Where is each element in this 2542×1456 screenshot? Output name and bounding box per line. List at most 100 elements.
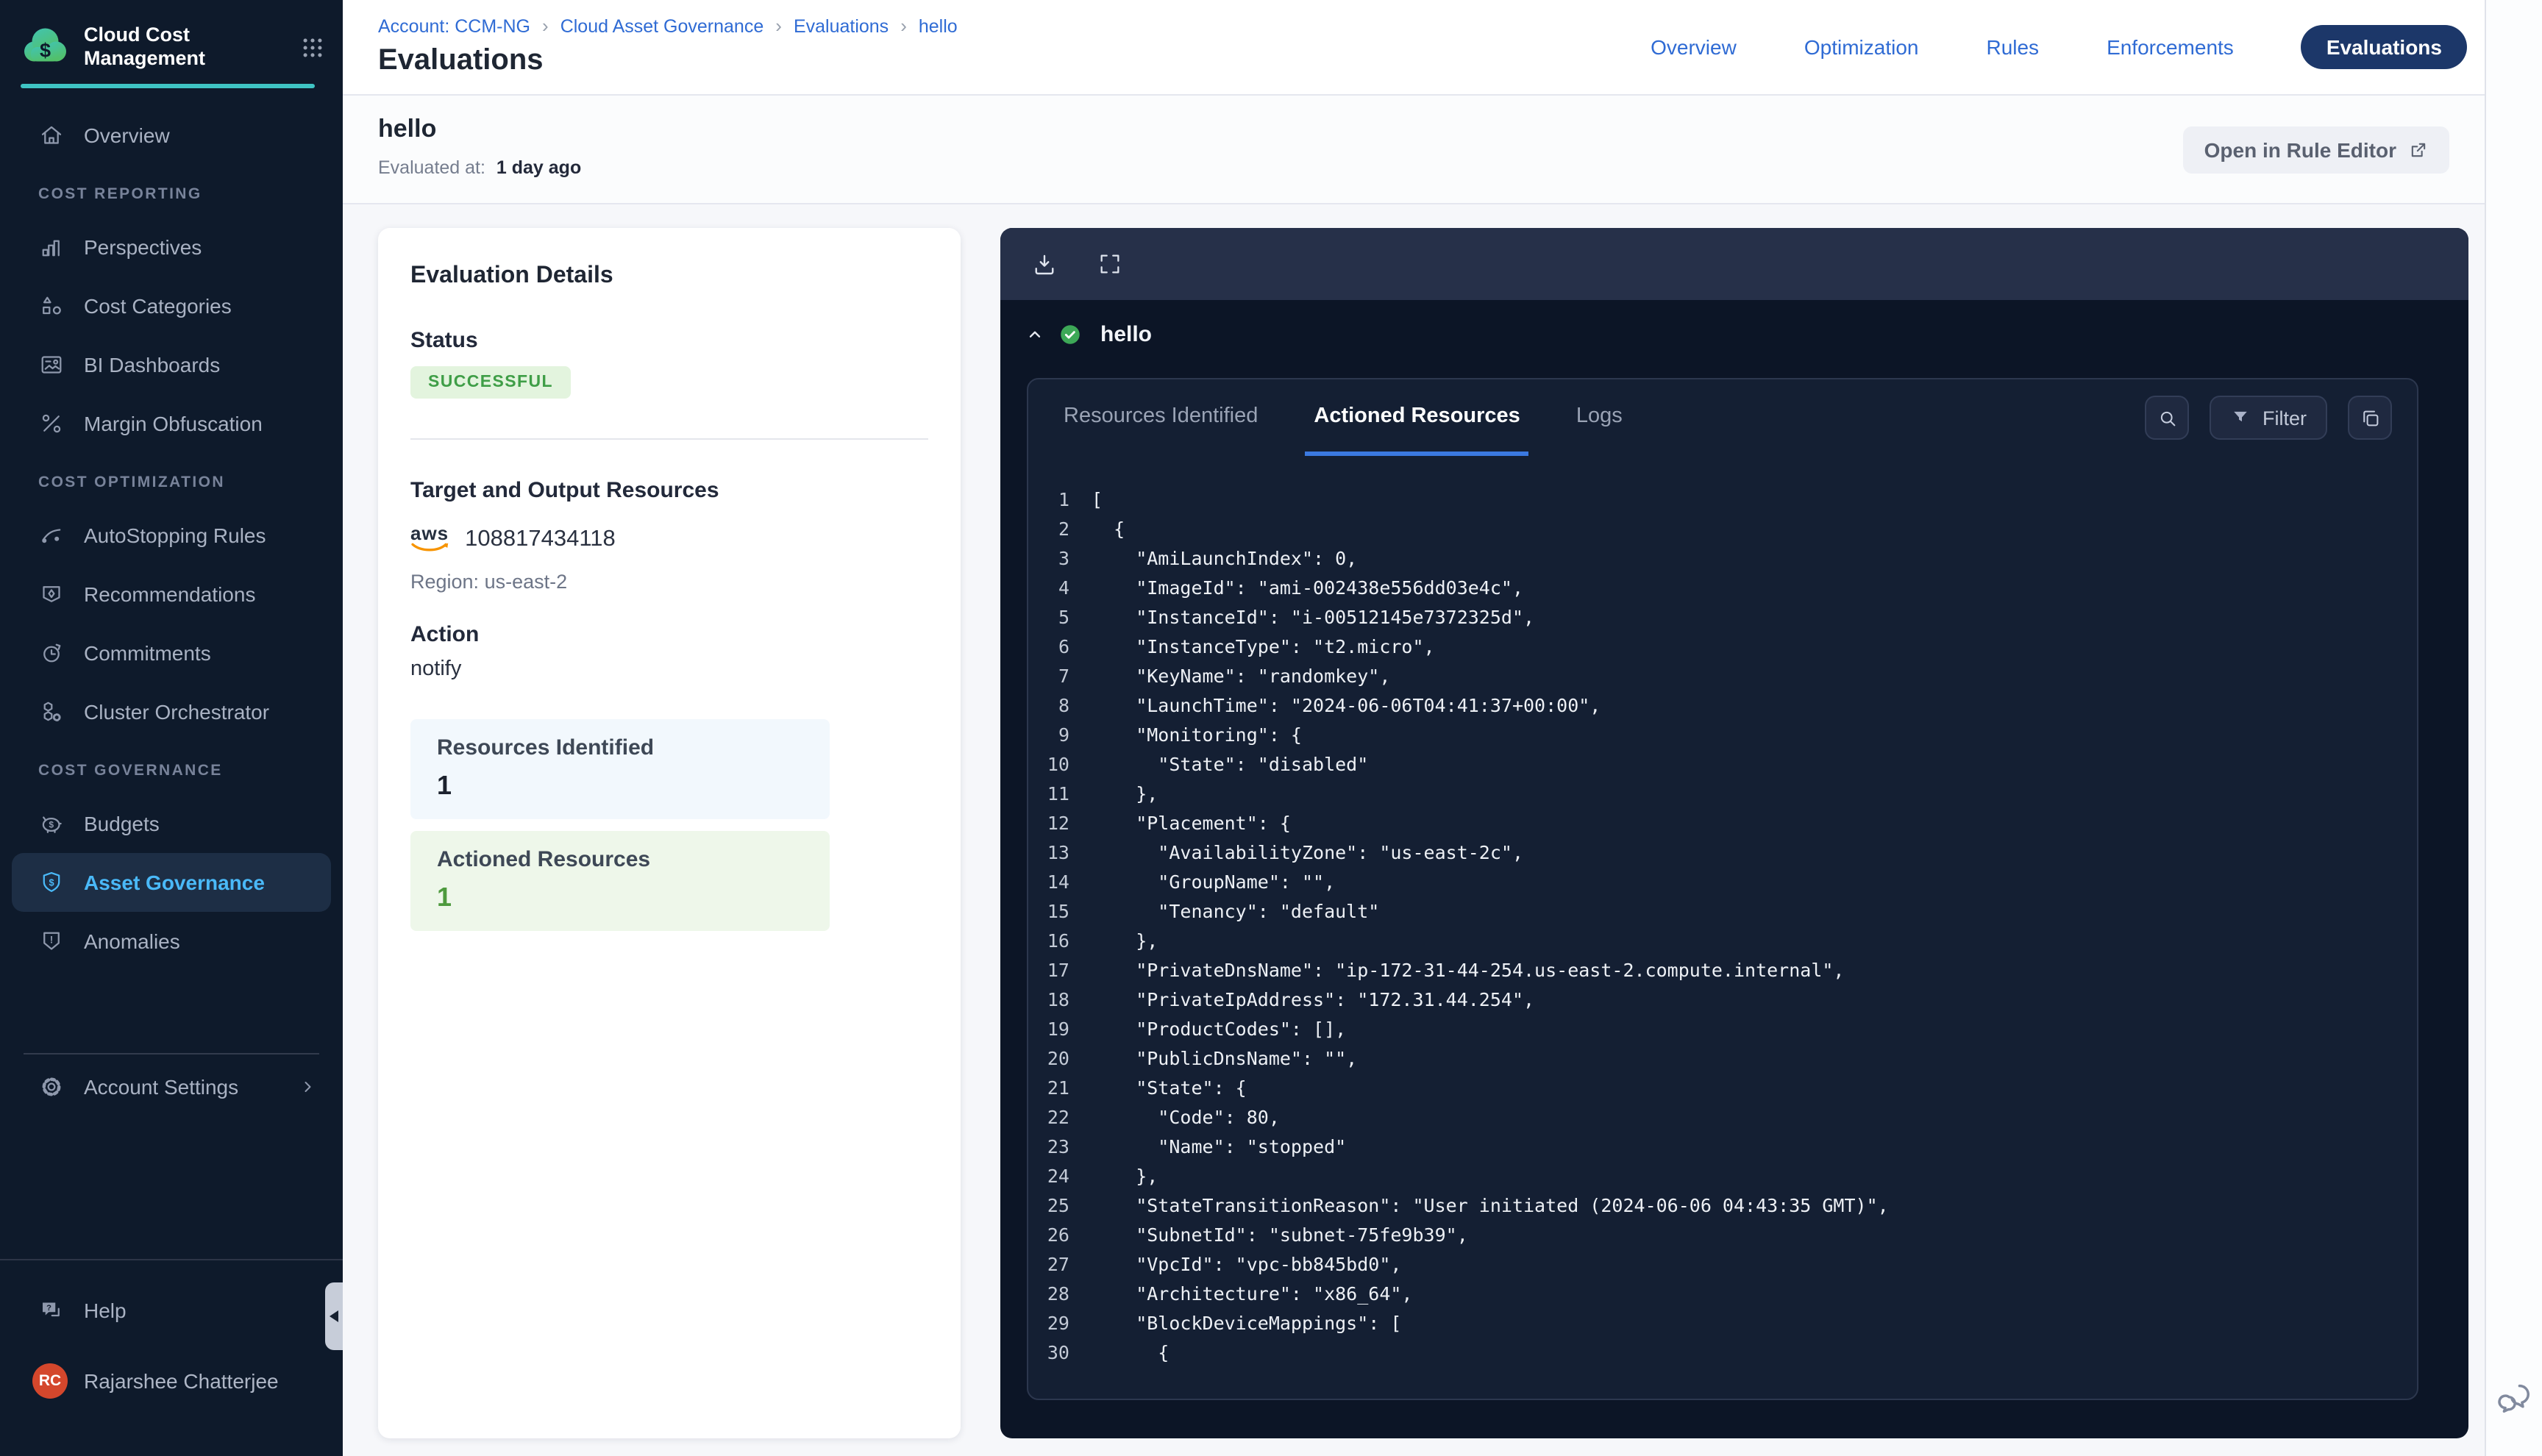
gear-icon xyxy=(38,1074,65,1100)
sidebar-item-anomalies[interactable]: ! Anomalies xyxy=(0,912,343,971)
status-badge: SUCCESSFUL xyxy=(410,366,571,399)
percent-icon xyxy=(38,410,65,437)
open-in-rule-editor-button[interactable]: Open in Rule Editor xyxy=(2184,126,2449,174)
breadcrumb-account[interactable]: Account: CCM-NG xyxy=(378,15,530,36)
status-label: Status xyxy=(410,328,928,353)
aws-account-id: 108817434118 xyxy=(465,527,616,553)
aws-smile-icon xyxy=(410,541,449,554)
nav-pill-evaluations[interactable]: Evaluations xyxy=(2301,25,2467,69)
line-number: 24 xyxy=(1028,1162,1069,1191)
fullscreen-icon[interactable] xyxy=(1097,251,1122,276)
line-number: 28 xyxy=(1028,1280,1069,1309)
sidebar-item-recommendations[interactable]: Recommendations xyxy=(0,565,343,624)
aws-logo-text: aws xyxy=(410,525,449,541)
line-number: 2 xyxy=(1028,515,1069,544)
nav-link-enforcements[interactable]: Enforcements xyxy=(2107,35,2234,59)
filter-button[interactable]: Filter xyxy=(2210,396,2327,440)
sidebar-item-overview[interactable]: Overview xyxy=(0,106,343,165)
sidebar: $ Cloud Cost Management Overview COST RE… xyxy=(0,0,343,1456)
code-line: 6 "InstanceType": "t2.micro", xyxy=(1028,632,2417,662)
viewer-actions: Filter xyxy=(2145,379,2392,456)
code-editor[interactable]: 1 [ 2 { 3 "AmiLaunchIndex": xyxy=(1028,456,2417,1399)
sidebar-item-perspectives[interactable]: Perspectives xyxy=(0,218,343,276)
details-divider xyxy=(410,438,928,440)
line-text: "Tenancy": "default" xyxy=(1092,897,1379,927)
line-text: { xyxy=(1092,1338,1169,1368)
sidebar-item-autostopping-rules[interactable]: AutoStopping Rules xyxy=(0,506,343,565)
code-line: 3 "AmiLaunchIndex": 0, xyxy=(1028,544,2417,574)
sidebar-item-commitments[interactable]: Commitments xyxy=(0,624,343,682)
nav-link-optimization[interactable]: Optimization xyxy=(1804,35,1919,59)
sidebar-item-help[interactable]: ? Help xyxy=(0,1281,343,1340)
sidebar-item-margin-obfuscation[interactable]: Margin Obfuscation xyxy=(0,394,343,453)
code-line: 12 "Placement": { xyxy=(1028,809,2417,838)
line-number: 16 xyxy=(1028,927,1069,956)
sidebar-item-cluster-orchestrator[interactable]: Cluster Orchestrator xyxy=(0,682,343,741)
actioned-resources-label: Actioned Resources xyxy=(437,847,830,872)
code-line: 15 "Tenancy": "default" xyxy=(1028,897,2417,927)
code-line: 24 }, xyxy=(1028,1162,2417,1191)
sidebar-item-budgets[interactable]: $ Budgets xyxy=(0,794,343,853)
user-profile[interactable]: RC Rajarshee Chatterjee xyxy=(0,1352,343,1410)
breadcrumb-evaluations[interactable]: Evaluations xyxy=(794,15,889,36)
chevron-up-icon[interactable] xyxy=(1025,325,1044,344)
sidebar-item-asset-governance[interactable]: $ Asset Governance xyxy=(12,853,331,912)
search-icon xyxy=(2156,407,2178,429)
viewer-card: Resources Identified Actioned Resources … xyxy=(1027,378,2418,1400)
line-number: 26 xyxy=(1028,1221,1069,1250)
breadcrumb-separator: › xyxy=(775,15,782,37)
line-number: 5 xyxy=(1028,603,1069,632)
line-number: 7 xyxy=(1028,662,1069,691)
sidebar-item-account-settings[interactable]: Account Settings xyxy=(0,1057,343,1116)
evaluated-at-value: 1 day ago xyxy=(496,157,581,178)
copy-button[interactable] xyxy=(2348,396,2392,440)
line-text: "Architecture": "x86_64", xyxy=(1092,1280,1413,1309)
sidebar-collapse-handle[interactable] xyxy=(325,1282,343,1350)
sidebar-section-cost-optimization: COST OPTIMIZATION xyxy=(38,474,343,494)
aws-account-row: aws 108817434118 xyxy=(410,525,928,554)
code-line: 18 "PrivateIpAddress": "172.31.44.254", xyxy=(1028,985,2417,1015)
search-button[interactable] xyxy=(2145,396,2189,440)
line-text: "InstanceType": "t2.micro", xyxy=(1092,632,1435,662)
line-text: }, xyxy=(1092,779,1158,809)
line-number: 4 xyxy=(1028,574,1069,603)
code-line: 21 "State": { xyxy=(1028,1074,2417,1103)
code-line: 23 "Name": "stopped" xyxy=(1028,1132,2417,1162)
target-resources-label: Target and Output Resources xyxy=(410,478,928,503)
line-number: 10 xyxy=(1028,750,1069,779)
chat-bubbles-icon[interactable] xyxy=(2496,1380,2535,1418)
code-line: 19 "ProductCodes": [], xyxy=(1028,1015,2417,1044)
sidebar-footer: ? Help RC Rajarshee Chatterjee xyxy=(0,1259,343,1410)
svg-text:$: $ xyxy=(40,40,51,62)
evaluated-at-label: Evaluated at: xyxy=(378,157,485,178)
breadcrumb-cloud-asset-governance[interactable]: Cloud Asset Governance xyxy=(560,15,764,36)
nav-link-rules[interactable]: Rules xyxy=(1986,35,2039,59)
line-text: "PrivateIpAddress": "172.31.44.254", xyxy=(1092,985,1534,1015)
line-text: [ xyxy=(1092,485,1103,515)
header-nav: Overview Optimization Rules Enforcements… xyxy=(1651,0,2467,94)
page-header: Account: CCM-NG › Cloud Asset Governance… xyxy=(343,0,2485,96)
download-icon[interactable] xyxy=(1031,251,1058,277)
tab-actioned-resources[interactable]: Actioned Resources xyxy=(1305,379,1528,456)
line-text: "AmiLaunchIndex": 0, xyxy=(1092,544,1357,574)
line-number: 8 xyxy=(1028,691,1069,721)
tab-resources-identified[interactable]: Resources Identified xyxy=(1055,379,1267,456)
line-text: "Placement": { xyxy=(1092,809,1291,838)
line-number: 1 xyxy=(1028,485,1069,515)
line-number: 14 xyxy=(1028,868,1069,897)
sidebar-item-cost-categories[interactable]: Cost Categories xyxy=(0,276,343,335)
sidebar-item-bi-dashboards[interactable]: BI Dashboards xyxy=(0,335,343,394)
app-grid-icon[interactable] xyxy=(300,35,325,60)
content-area: Evaluation Details Status SUCCESSFUL Tar… xyxy=(343,204,2485,1456)
actioned-resources-card: Actioned Resources 1 xyxy=(410,831,830,931)
clock-icon xyxy=(38,640,65,666)
code-line: 25 "StateTransitionReason": "User initia… xyxy=(1028,1191,2417,1221)
check-circle-icon xyxy=(1058,322,1083,347)
tab-logs[interactable]: Logs xyxy=(1567,379,1631,456)
nav-link-overview[interactable]: Overview xyxy=(1651,35,1737,59)
app-logo-header: $ Cloud Cost Management xyxy=(0,0,343,88)
sidebar-item-label: Budgets xyxy=(84,812,160,835)
breadcrumb-hello[interactable]: hello xyxy=(919,15,958,36)
svg-text:?: ? xyxy=(46,1304,51,1313)
line-text: "Code": 80, xyxy=(1092,1103,1280,1132)
